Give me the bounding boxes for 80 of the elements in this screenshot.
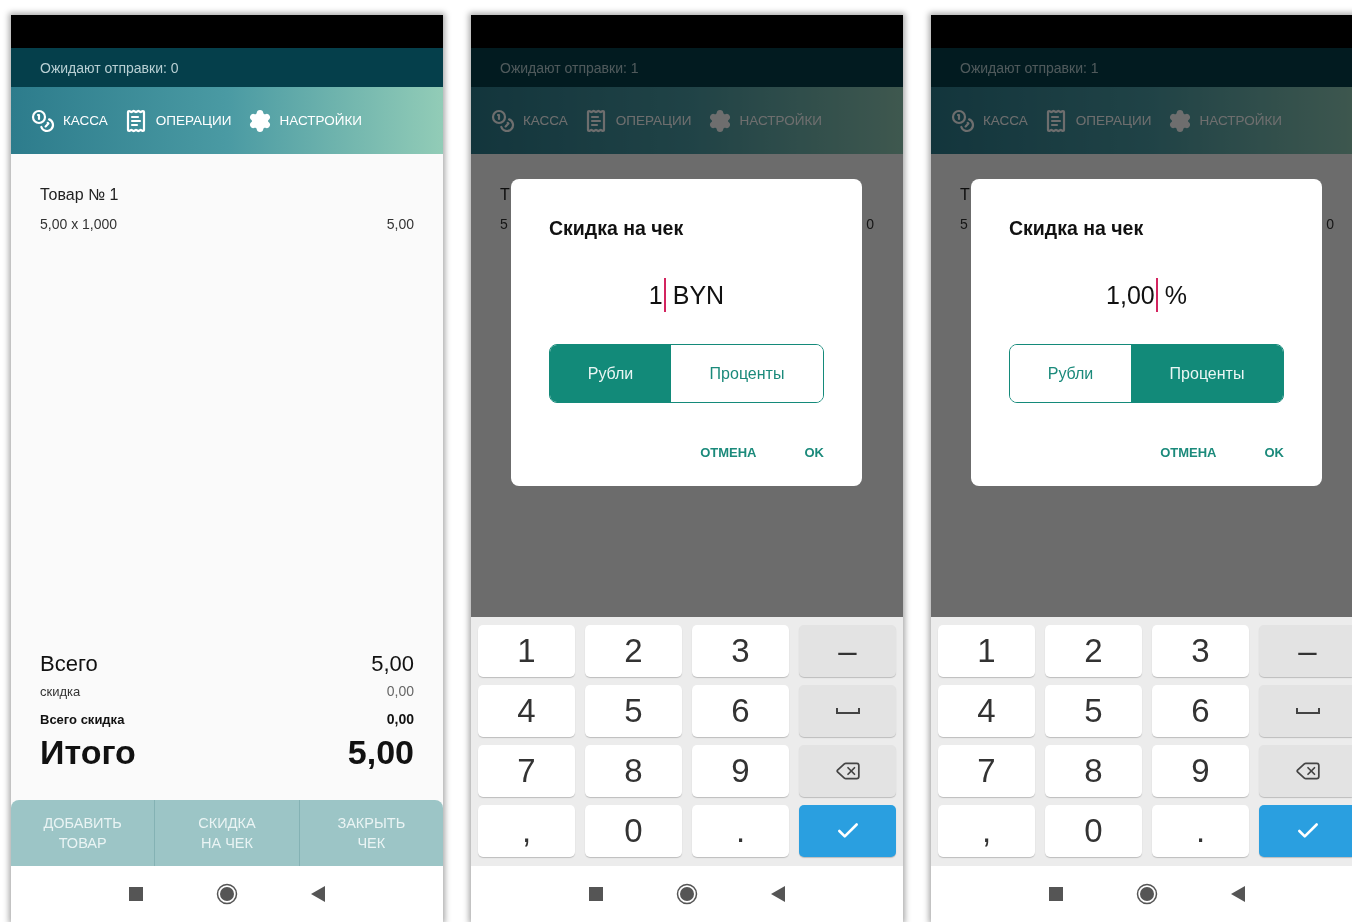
item-name: Т: [960, 186, 971, 204]
home-icon[interactable]: [216, 883, 238, 905]
item-quantity: 5,00 x 1,000: [40, 216, 118, 232]
keyboard-key[interactable]: 2: [1045, 625, 1142, 677]
home-icon[interactable]: [1136, 883, 1158, 905]
total-discount-value: 0,00: [386, 711, 414, 727]
amount-value: 1: [648, 280, 663, 310]
keyboard-key[interactable]: 5: [1045, 685, 1142, 737]
item-name: Товар № 1: [40, 186, 120, 204]
dialog-title: Скидка на чек: [549, 217, 685, 240]
keyboard-key[interactable]: 1: [938, 625, 1035, 677]
nav-tab[interactable]: КАССА: [29, 102, 118, 139]
text-cursor: [1155, 278, 1158, 312]
recents-icon[interactable]: [128, 886, 144, 902]
dialog-button[interactable]: OK: [1264, 441, 1284, 464]
item-quantity: 5: [960, 216, 968, 232]
keyboard-key[interactable]: 4: [938, 685, 1035, 737]
total-label: Итого: [40, 733, 136, 772]
text-cursor: [663, 278, 666, 312]
keyboard-key[interactable]: .: [1152, 805, 1249, 857]
keyboard-key[interactable]: 5: [585, 685, 682, 737]
keyboard-key[interactable]: 6: [692, 685, 789, 737]
keyboard-key[interactable]: 8: [1045, 745, 1142, 797]
dialog-title: Скидка на чек: [1009, 217, 1145, 240]
settings-icon: [247, 108, 272, 133]
pending-count: Ожидают отправки: 1: [500, 59, 639, 76]
dialog-button[interactable]: OK: [804, 441, 824, 464]
item-sum: 0: [1326, 216, 1334, 232]
amount-value: 1,00: [1106, 280, 1155, 310]
keyboard-key[interactable]: 3: [692, 625, 789, 677]
item-sum: 5,00: [386, 216, 414, 232]
back-icon[interactable]: [1230, 885, 1246, 903]
keyboard-key[interactable]: 2: [585, 625, 682, 677]
coins-icon: [951, 108, 975, 133]
item-sum: 0: [866, 216, 874, 232]
back-icon[interactable]: [310, 885, 326, 903]
segment-option[interactable]: Проценты: [1131, 345, 1283, 402]
space-icon: [1295, 707, 1320, 715]
keyboard-key[interactable]: ,: [938, 805, 1035, 857]
keyboard-key[interactable]: 9: [692, 745, 789, 797]
subtotal-label: Всего: [40, 651, 98, 677]
item-name: Т: [500, 186, 511, 204]
settings-icon: [707, 108, 732, 133]
keyboard-key[interactable]: 9: [1152, 745, 1249, 797]
settings-icon: [1167, 108, 1192, 133]
keyboard-key[interactable]: 8: [585, 745, 682, 797]
keyboard-key[interactable]: –: [799, 625, 896, 677]
coins-icon: [31, 108, 55, 133]
pending-count: Ожидают отправки: 1: [960, 59, 1099, 76]
total-value: 5,00: [347, 733, 414, 772]
keyboard-key[interactable]: 6: [1152, 685, 1249, 737]
dialog-button[interactable]: ОТМЕНА: [700, 441, 757, 464]
pending-count: Ожидают отправки: 0: [40, 59, 179, 76]
keyboard-key[interactable]: .: [692, 805, 789, 857]
keyboard-key[interactable]: 3: [1152, 625, 1249, 677]
home-icon[interactable]: [676, 883, 698, 905]
space-icon: [835, 707, 860, 715]
item-quantity: 5: [500, 216, 508, 232]
keyboard-key[interactable]: –: [1259, 625, 1352, 677]
keyboard-key[interactable]: 4: [478, 685, 575, 737]
recents-icon[interactable]: [1048, 886, 1064, 902]
subtotal-value: 5,00: [371, 651, 414, 677]
dialog-button[interactable]: ОТМЕНА: [1160, 441, 1217, 464]
discount-label: скидка: [40, 684, 81, 699]
back-icon[interactable]: [770, 885, 786, 903]
backspace-key[interactable]: [1259, 745, 1352, 797]
recents-icon[interactable]: [588, 886, 604, 902]
amount-unit: %: [1164, 280, 1187, 310]
discount-value: 0,00: [386, 683, 414, 699]
keyboard-key[interactable]: 1: [478, 625, 575, 677]
coins-icon: [491, 108, 515, 133]
amount-unit: BYN: [672, 280, 725, 310]
total-discount-label: Всего скидка: [40, 712, 125, 727]
backspace-key[interactable]: [799, 745, 896, 797]
keyboard-key[interactable]: ,: [478, 805, 575, 857]
keyboard-key[interactable]: 7: [938, 745, 1035, 797]
keyboard-key[interactable]: 0: [585, 805, 682, 857]
keyboard-key[interactable]: 0: [1045, 805, 1142, 857]
keyboard-key[interactable]: 7: [478, 745, 575, 797]
segment-option[interactable]: Рубли: [550, 345, 671, 402]
